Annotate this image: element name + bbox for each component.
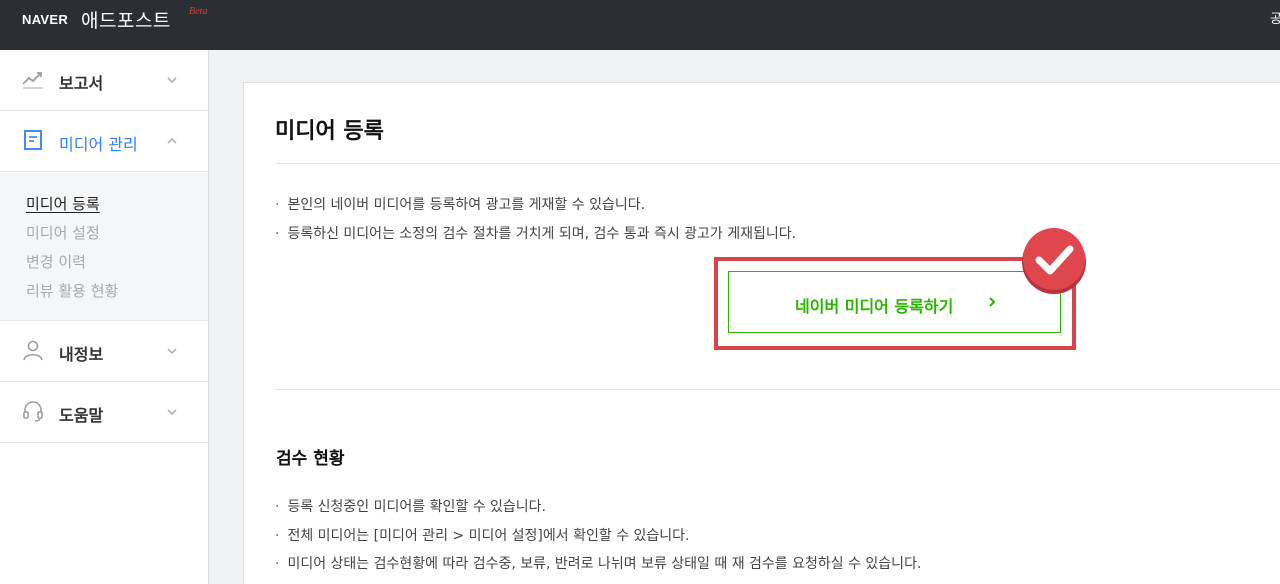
chart-line-icon [22, 72, 43, 89]
chevron-down-icon [167, 409, 177, 416]
submenu-item-media-register[interactable]: 미디어 등록 [26, 193, 100, 214]
person-icon [23, 340, 43, 361]
adpost-logo[interactable]: 애드포스트 [81, 6, 171, 33]
sidebar-item-help[interactable]: 도움말 [0, 382, 208, 443]
divider [275, 163, 1280, 164]
chevron-down-icon [167, 77, 177, 84]
chevron-down-icon [167, 348, 177, 355]
submenu-item-media-settings[interactable]: 미디어 설정 [26, 222, 100, 243]
submenu-item-change-history[interactable]: 변경 이력 [26, 251, 86, 272]
chevron-right-icon [989, 297, 996, 307]
checkmark-badge-icon [1022, 228, 1086, 294]
sidebar: 보고서 미디어 관리 미디어 등록 미디어 설정 변경 이력 리뷰 활용 현황 … [0, 50, 209, 584]
notice-text: 등록 신청중인 미디어를 확인할 수 있습니다. [275, 496, 546, 516]
top-bar: NAVER 애드포스트 Beta 공 [0, 0, 1280, 50]
document-icon [24, 130, 42, 150]
sidebar-item-my-info[interactable]: 내정보 [0, 321, 208, 382]
sidebar-item-label: 보고서 [59, 74, 104, 93]
naver-logo[interactable]: NAVER [22, 12, 68, 27]
register-button-label: 네이버 미디어 등록하기 [795, 297, 954, 316]
headset-icon [23, 401, 43, 422]
user-menu[interactable]: 공 [1270, 8, 1280, 27]
chevron-up-icon [167, 137, 177, 144]
sidebar-item-label: 내정보 [59, 345, 104, 364]
sidebar-item-media-management[interactable]: 미디어 관리 [0, 111, 208, 172]
review-status-title: 검수 현황 [276, 449, 345, 469]
notice-text: 등록하신 미디어는 소정의 검수 절차를 거치게 되며, 검수 통과 즉시 광고… [275, 223, 796, 243]
submenu-item-review-usage[interactable]: 리뷰 활용 현황 [26, 280, 118, 301]
divider [275, 389, 1280, 390]
notice-text: 본인의 네이버 미디어를 등록하여 광고를 게재할 수 있습니다. [275, 194, 645, 214]
sidebar-item-report[interactable]: 보고서 [0, 50, 208, 111]
notice-text: 미디어 상태는 검수현황에 따라 검수중, 보류, 반려로 나뉘며 보류 상태일… [275, 553, 921, 573]
page-title: 미디어 등록 [275, 119, 384, 144]
media-submenu: 미디어 등록 미디어 설정 변경 이력 리뷰 활용 현황 [0, 173, 208, 321]
register-naver-media-button[interactable]: 네이버 미디어 등록하기 [728, 271, 1061, 333]
beta-badge: Beta [189, 6, 208, 17]
notice-text: 전체 미디어는 [미디어 관리 > 미디어 설정]에서 확인할 수 있습니다. [275, 525, 689, 545]
sidebar-item-label: 도움말 [59, 406, 104, 425]
sidebar-item-label: 미디어 관리 [59, 135, 138, 154]
